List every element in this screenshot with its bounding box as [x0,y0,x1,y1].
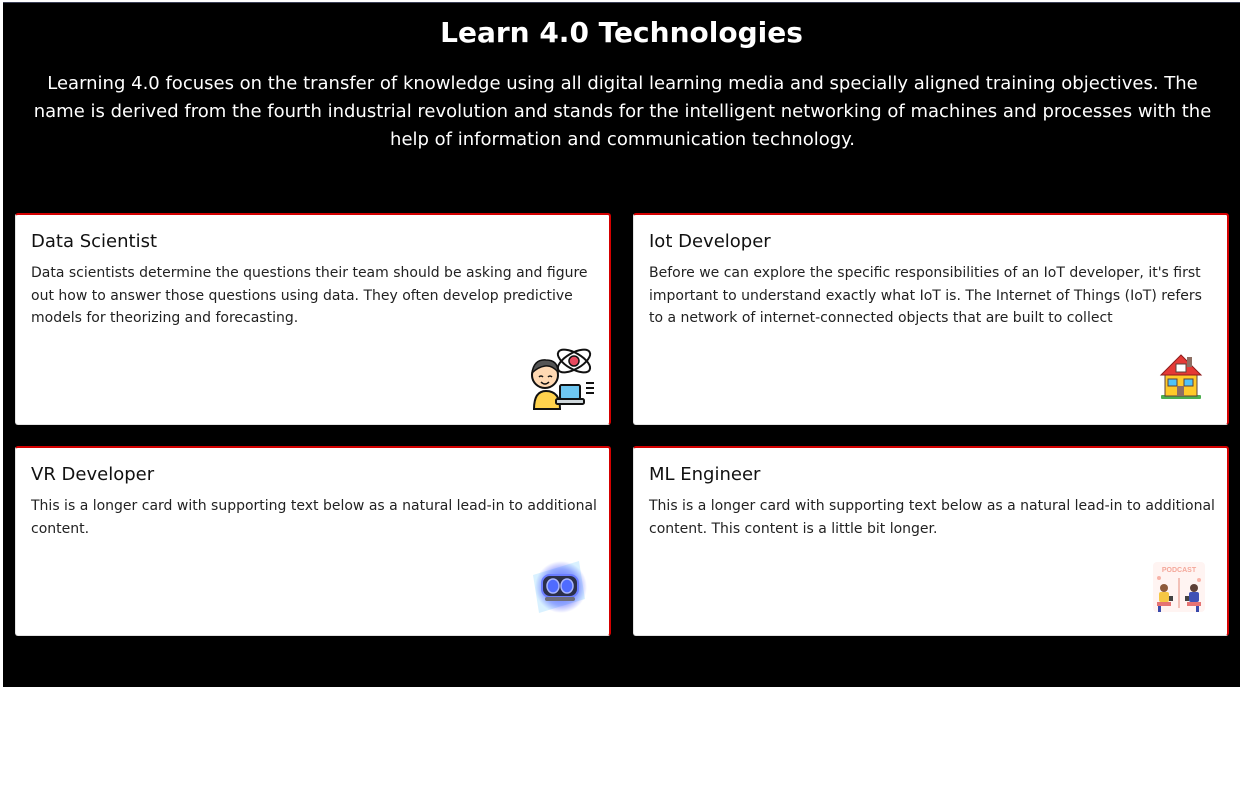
card-title: Iot Developer [649,231,771,252]
data-scientist-illustration [530,348,594,410]
podcast-illustration: PODCAST [1153,562,1205,612]
card-data-scientist: Data Scientist Data scientists determine… [15,213,611,425]
card-text: Before we can explore the specific respo… [649,265,1202,326]
card-title: VR Developer [31,464,155,485]
card-title: Data Scientist [31,231,157,252]
podcast-label: PODCAST [1162,567,1197,574]
card-text: This is a longer card with supporting te… [31,498,597,537]
card-ml-engineer: ML Engineer This is a longer card with s… [633,446,1229,636]
intro-paragraph: Learning 4.0 focuses on the transfer of … [33,73,1212,150]
vr-headset-illustration [533,561,587,613]
card-iot-developer: Iot Developer Before we can explore the … [633,213,1229,425]
card-vr-developer: VR Developer This is a longer card with … [15,446,611,636]
technologies-section: Learn 4.0 Technologies Learning 4.0 focu… [3,2,1240,687]
page-title: Learn 4.0 Technologies [440,16,803,49]
smart-house-illustration [1159,354,1203,399]
card-text: Data scientists determine the questions … [31,265,588,326]
card-text: This is a longer card with supporting te… [649,498,1215,537]
card-title: ML Engineer [649,464,761,485]
